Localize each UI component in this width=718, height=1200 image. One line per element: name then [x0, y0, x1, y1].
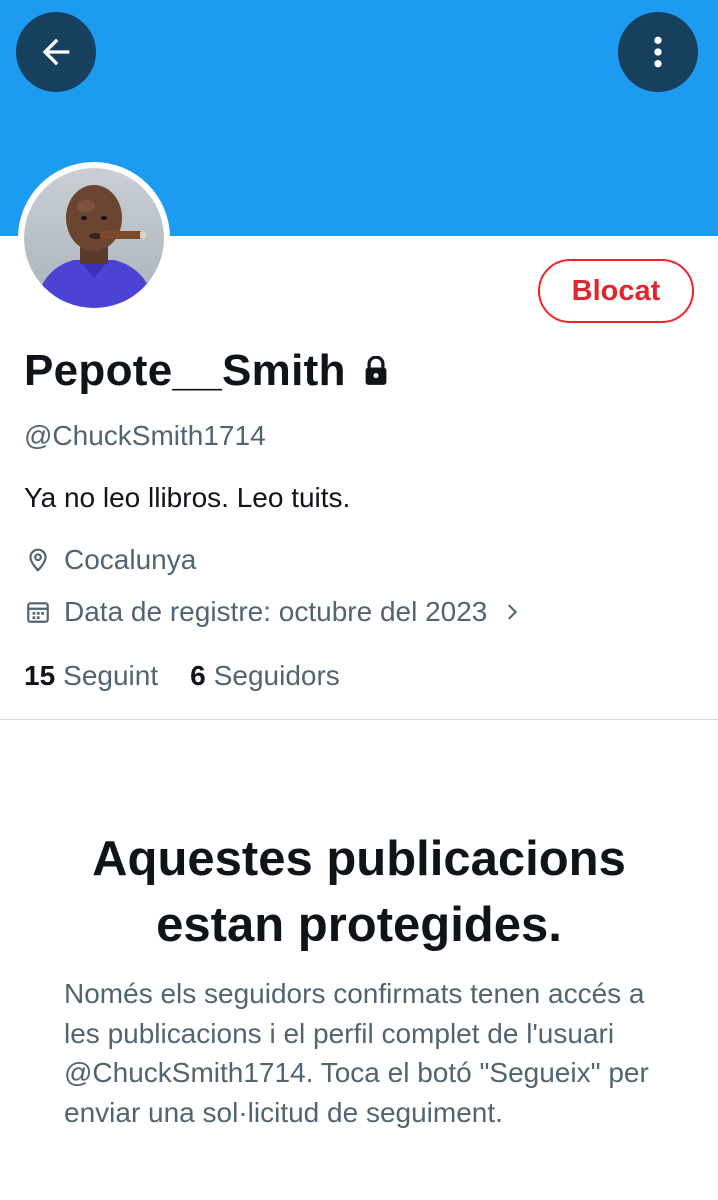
more-options-button[interactable] [618, 12, 698, 92]
protected-title: Aquestes publicacions estan protegides. [92, 832, 626, 952]
protected-description: Només els seguidors confirmats tenen acc… [64, 978, 649, 1128]
user-bio: Ya no leo llibros. Leo tuits. [24, 482, 351, 513]
location-row: Cocalunya [24, 544, 196, 576]
followers-label: Seguidors [213, 660, 340, 691]
following-link[interactable]: 15 Seguint [24, 660, 158, 692]
location-pin-icon [24, 546, 52, 574]
section-divider [0, 719, 718, 720]
lock-icon [362, 356, 390, 386]
arrow-left-icon [42, 38, 70, 66]
back-button[interactable] [16, 12, 96, 92]
display-name: Pepote__Smith [24, 346, 346, 395]
joined-row[interactable]: Data de registre: octubre del 2023 [24, 596, 523, 628]
following-label: Seguint [63, 660, 159, 691]
calendar-icon [24, 598, 52, 626]
more-vertical-icon [654, 36, 662, 68]
chevron-right-icon [501, 599, 523, 625]
avatar-image [24, 168, 164, 308]
follow-stats: 15 Seguint 6 Seguidors [24, 660, 372, 692]
joined-text: Data de registre: octubre del 2023 [64, 596, 488, 627]
following-count: 15 [24, 660, 56, 691]
avatar[interactable] [18, 162, 170, 314]
user-handle: @ChuckSmith1714 [24, 420, 266, 451]
location-text: Cocalunya [64, 544, 197, 575]
followers-count: 6 [190, 660, 206, 691]
blocked-button[interactable]: Blocat [538, 259, 694, 323]
followers-link[interactable]: 6 Seguidors [190, 660, 340, 692]
display-name-row: Pepote__Smith [24, 346, 390, 396]
